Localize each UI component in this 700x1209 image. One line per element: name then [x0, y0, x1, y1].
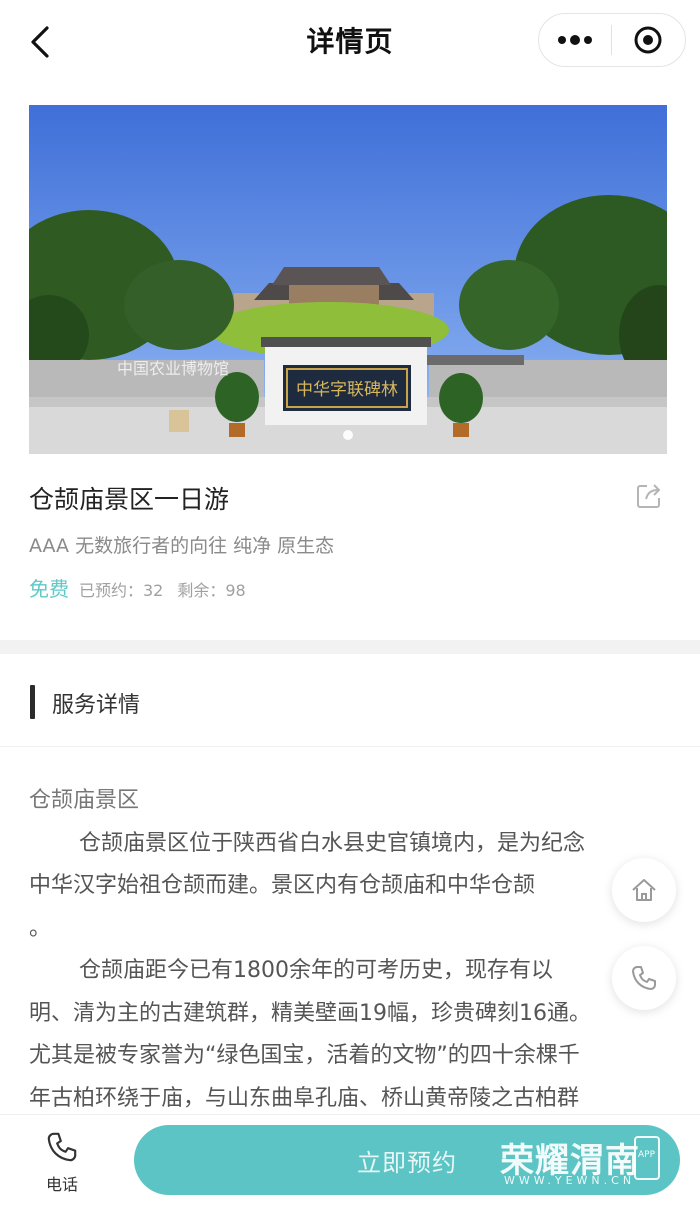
brand-watermark: 荣耀渭南 APP WWW.YEWN.CN	[500, 1133, 690, 1193]
call-label: 电话	[45, 1175, 78, 1194]
article-line: 仓颉庙景区位于陕西省白水县史官镇境内，是为纪念	[79, 830, 586, 856]
hero-image[interactable]: 中华字联碑林 中国农业博物馆	[29, 105, 667, 454]
navbar: 详情页	[0, 0, 700, 84]
phone-icon	[632, 966, 656, 990]
article-line: 。	[29, 915, 52, 941]
tour-subtitle: AAA 无数旅行者的向往 纯净 原生态	[29, 535, 335, 557]
target-circle-icon	[634, 26, 662, 54]
brand-badge: APP	[638, 1150, 656, 1160]
brand-url: WWW.YEWN.CN	[504, 1174, 636, 1187]
share-icon	[637, 484, 660, 508]
more-button[interactable]	[539, 14, 611, 66]
service-detail-header: 服务详情	[0, 670, 700, 734]
phone-icon	[47, 1132, 77, 1162]
remaining-count: 剩余：98	[177, 581, 246, 600]
booked-count: 已预约：32	[79, 581, 164, 600]
section-divider	[0, 640, 700, 654]
article-line: 中华汉字始祖仓颉而建。景区内有仓颉庙和中华仓颉	[29, 873, 536, 898]
article-heading: 仓颉庙景区	[29, 788, 140, 813]
article-line: 尤其是被专家誉为“绿色国宝，活着的文物”的四十余棵千	[29, 1043, 580, 1068]
brand-phone-icon: APP	[634, 1136, 660, 1180]
carousel-indicator[interactable]	[343, 430, 353, 440]
call-button[interactable]: 电话	[30, 1127, 94, 1199]
float-home-button[interactable]	[612, 858, 676, 922]
stele-inscription: 中华字联碑林	[296, 380, 398, 400]
article-line: 明、清为主的古建筑群，精美壁画19幅，珍贵碑刻16通。	[29, 1000, 591, 1026]
header-separator	[0, 746, 700, 747]
mini-program-capsule	[538, 13, 686, 67]
price-row: 免费 已预约：32 剩余：98	[29, 573, 260, 602]
share-button[interactable]	[634, 481, 664, 511]
temple-photo: 中华字联碑林	[29, 105, 667, 454]
price-label: 免费	[29, 577, 69, 601]
section-marker	[30, 685, 35, 719]
more-dots-icon	[558, 35, 592, 45]
image-watermark: 中国农业博物馆	[117, 359, 230, 378]
article-body: 仓颉庙景区 仓颉庙景区位于陕西省白水县史官镇境内，是为纪念 中华汉字始祖仓颉而建…	[29, 780, 669, 1120]
section-title: 服务详情	[52, 693, 141, 718]
float-phone-button[interactable]	[612, 946, 676, 1010]
home-icon	[632, 879, 656, 901]
article-line: 仓颉庙距今已有1800余年的可考历史，现存有以	[79, 958, 553, 983]
close-mini-program-button[interactable]	[612, 14, 684, 66]
tour-title: 仓颉庙景区一日游	[29, 485, 230, 514]
book-now-label: 立即预约	[357, 1148, 457, 1177]
